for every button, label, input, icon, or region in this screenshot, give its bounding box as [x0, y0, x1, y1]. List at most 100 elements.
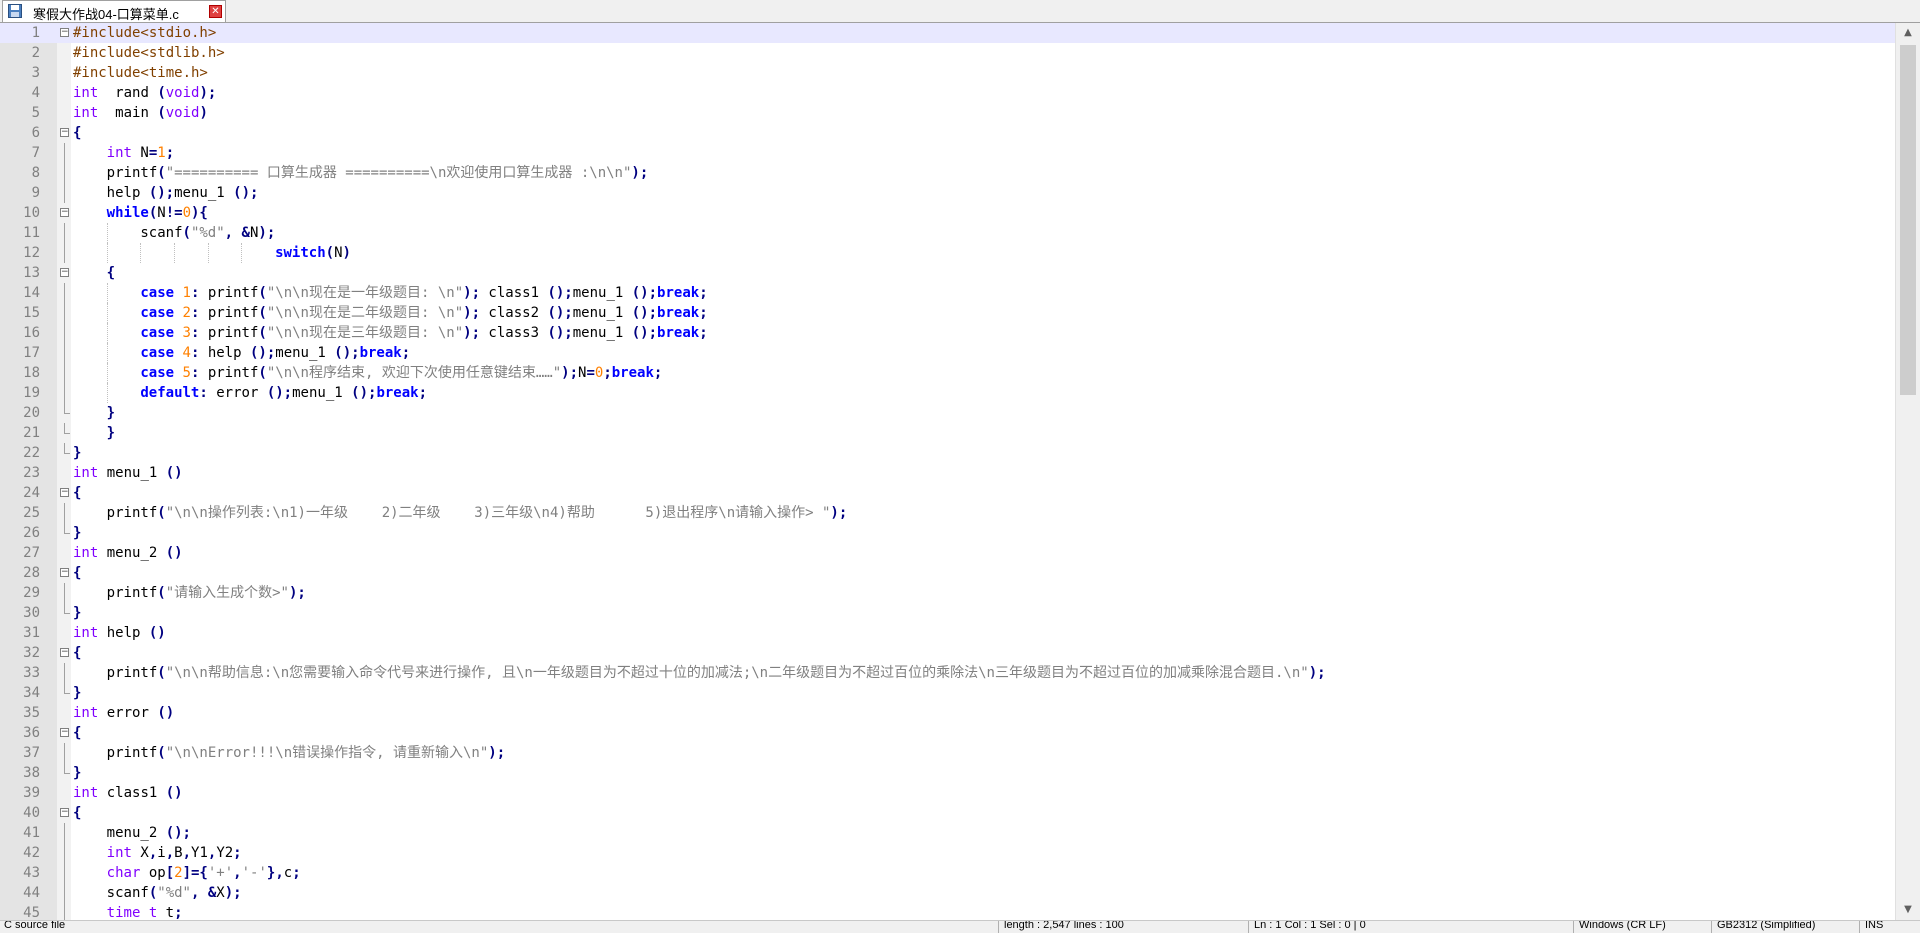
code-line[interactable]: 20}	[0, 403, 1895, 423]
code-line[interactable]: 18 case 5: printf("\n\n程序结束, 欢迎下次使用任意键结束……	[0, 363, 1895, 383]
code-token: :	[199, 385, 208, 401]
code-line[interactable]: 31 int help ()	[0, 623, 1895, 643]
scrollbar-thumb[interactable]	[1900, 45, 1916, 395]
code-token: ()	[148, 625, 166, 641]
line-number: 26	[23, 525, 40, 541]
code-line[interactable]: 23 int menu_1 ()	[0, 463, 1895, 483]
code-line[interactable]: 34}	[0, 683, 1895, 703]
code-line[interactable]: 9 help ();menu_1 ();	[0, 183, 1895, 203]
code-token: menu_2	[106, 825, 166, 841]
code-line[interactable]: 37 printf("\n\nError!!!\n错误操作指令, 请重新输入\n"…	[0, 743, 1895, 763]
code-line[interactable]: 5 int main (void)	[0, 103, 1895, 123]
code-line[interactable]: 15 case 2: printf("\n\n现在是二年级题目: \n"); cl…	[0, 303, 1895, 323]
fold-toggle-icon[interactable]: −	[60, 268, 69, 277]
code-line[interactable]: 40 −{	[0, 803, 1895, 823]
code-line[interactable]: 17 case 4: help ();menu_1 ();break;	[0, 343, 1895, 363]
line-number: 1	[31, 25, 40, 41]
code-token: {	[106, 265, 116, 281]
fold-toggle-icon[interactable]: −	[60, 128, 69, 137]
fold-line	[64, 323, 65, 343]
fold-line	[64, 663, 65, 683]
code-line[interactable]: 21}	[0, 423, 1895, 443]
code-token: (	[157, 105, 166, 121]
code-line[interactable]: 3 #include<time.h>	[0, 63, 1895, 83]
code-line[interactable]: 6 −{	[0, 123, 1895, 143]
code-line[interactable]: 33 printf("\n\n帮助信息:\n您需要输入命令代号来进行操作, 且\n…	[0, 663, 1895, 683]
code-editor[interactable]: 1− #include<stdio.h> 2 #include<stdlib.h> 3 #…	[0, 23, 1920, 920]
code-token: printf	[199, 365, 259, 381]
code-line[interactable]: 22}	[0, 443, 1895, 463]
code-line[interactable]: 29 printf("请输入生成个数>");	[0, 583, 1895, 603]
fold-line	[64, 363, 65, 383]
code-line[interactable]: 42 int X,i,B,Y1,Y2;	[0, 843, 1895, 863]
code-line[interactable]: 13 − {	[0, 263, 1895, 283]
code-line[interactable]: 4 int rand (void);	[0, 83, 1895, 103]
fold-toggle-icon[interactable]: −	[60, 568, 69, 577]
code-line[interactable]: 12 switch(N)	[0, 243, 1895, 263]
code-line[interactable]: 45 time_t t;	[0, 903, 1895, 920]
scroll-down-icon[interactable]: ▼	[1896, 900, 1920, 920]
fold-end-mark	[64, 413, 70, 414]
code-text: case 4: help ();menu_1 ();break;	[140, 343, 410, 363]
fold-toggle-icon[interactable]: −	[60, 728, 69, 737]
code-line[interactable]: 41 menu_2 ();	[0, 823, 1895, 843]
code-line[interactable]: 25 printf("\n\n操作列表:\n1)一年级 2)二年级 3)三年级\n…	[0, 503, 1895, 523]
code-token: }	[73, 445, 82, 461]
code-line[interactable]: 2 #include<stdlib.h>	[0, 43, 1895, 63]
code-line[interactable]: 19 default: error ();menu_1 ();break;	[0, 383, 1895, 403]
code-text: printf("========== 口算生成器 ==========\n欢迎使…	[107, 163, 649, 183]
code-token: ();	[351, 385, 377, 401]
code-line[interactable]: 14 case 1: printf("\n\n现在是一年级题目: \n"); cl…	[0, 283, 1895, 303]
code-line[interactable]: 26}	[0, 523, 1895, 543]
line-number: 24	[23, 485, 40, 501]
code-token: printf	[199, 305, 259, 321]
code-line[interactable]: 24 −{	[0, 483, 1895, 503]
code-token: 4	[182, 345, 191, 361]
code-line[interactable]: 28 −{	[0, 563, 1895, 583]
close-icon[interactable]: ✕	[209, 5, 222, 18]
code-text: #include<stdlib.h>	[73, 43, 225, 63]
fold-end-mark	[64, 533, 70, 534]
code-line[interactable]: 39 int class1 ()	[0, 783, 1895, 803]
code-token: "%d"	[157, 885, 191, 901]
code-line[interactable]: 27 int menu_2 ()	[0, 543, 1895, 563]
fold-line	[64, 843, 65, 863]
code-line[interactable]: 35 int error ()	[0, 703, 1895, 723]
code-line[interactable]: 16 case 3: printf("\n\n现在是三年级题目: \n"); cl…	[0, 323, 1895, 343]
scroll-up-icon[interactable]: ▲	[1896, 23, 1920, 43]
code-line[interactable]: 11 scanf("%d", &N);	[0, 223, 1895, 243]
code-text: while(N!=0){	[107, 203, 208, 223]
code-line[interactable]: 30}	[0, 603, 1895, 623]
code-text: char op[2]={'+','-'},c;	[107, 863, 301, 883]
code-line[interactable]: 43 char op[2]={'+','-'},c;	[0, 863, 1895, 883]
fold-toggle-icon[interactable]: −	[60, 208, 69, 217]
file-tab[interactable]: 寒假大作战04-口算菜单.c ✕	[2, 0, 226, 22]
code-token: case	[140, 325, 175, 341]
code-line[interactable]: 44 scanf("%d", &X);	[0, 883, 1895, 903]
line-number: 3	[31, 65, 40, 81]
code-token: "\n\n现在是二年级题目: \n"	[266, 305, 464, 321]
code-token: );	[830, 505, 848, 521]
line-number: 17	[23, 345, 40, 361]
code-line[interactable]: 32 −{	[0, 643, 1895, 663]
code-line[interactable]: 36 −{	[0, 723, 1895, 743]
code-line[interactable]: 38}	[0, 763, 1895, 783]
line-number: 32	[23, 645, 40, 661]
code-token: ();	[249, 345, 276, 361]
fold-toggle-icon[interactable]: −	[60, 808, 69, 817]
code-token: class3	[480, 325, 548, 341]
code-line[interactable]: 8 printf("========== 口算生成器 ==========\n欢迎…	[0, 163, 1895, 183]
code-line[interactable]: 10 − while(N!=0){	[0, 203, 1895, 223]
fold-toggle-icon[interactable]: −	[60, 488, 69, 497]
vertical-scrollbar[interactable]: ▲ ▼	[1895, 23, 1920, 920]
tab-title: 寒假大作战04-口算菜单.c	[33, 7, 179, 22]
fold-end-mark	[64, 453, 70, 454]
fold-toggle-icon[interactable]: −	[60, 28, 69, 37]
code-token: printf	[106, 585, 158, 601]
code-token: , &	[224, 225, 250, 241]
code-line[interactable]: 7 int N=1;	[0, 143, 1895, 163]
code-line[interactable]: 1 − #include<stdio.h>	[0, 23, 1895, 43]
fold-toggle-icon[interactable]: −	[60, 648, 69, 657]
code-token: char	[106, 865, 141, 881]
